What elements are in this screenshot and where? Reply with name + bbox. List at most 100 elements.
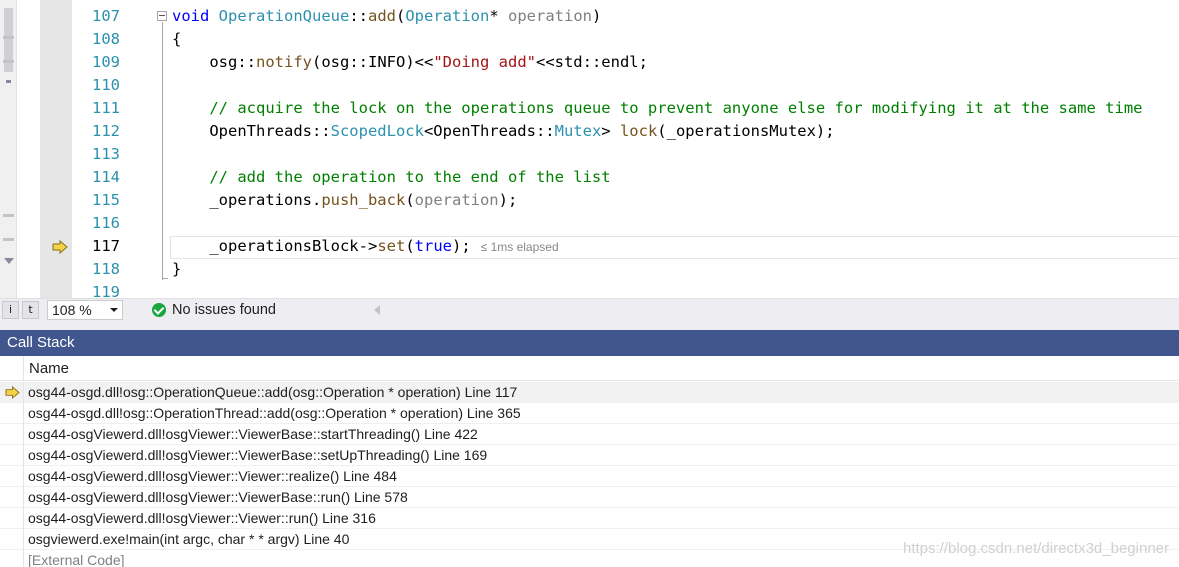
frame-label: osgviewerd.exe!main(int argc, char * * a… — [28, 531, 350, 547]
code-line[interactable]: } — [172, 258, 181, 281]
code-token: Mutex — [554, 122, 602, 140]
code-editor[interactable]: 107 108 109 110 111 112 113 114 115 116 117 118 119 … — [0, 0, 1179, 298]
frame-gutter — [0, 529, 24, 550]
frame-gutter — [0, 508, 24, 529]
zoom-value: 108 % — [52, 302, 92, 318]
code-token: { — [172, 30, 182, 48]
zoom-dropdown[interactable]: 108 % — [47, 300, 123, 320]
collapse-outline-icon[interactable] — [157, 11, 167, 21]
code-token: _operations. — [172, 191, 322, 209]
outline-guide-end — [162, 278, 168, 279]
code-token: set — [377, 237, 406, 255]
scrollbar-marker — [3, 214, 14, 217]
code-token: void — [172, 7, 210, 25]
code-token: (osg::INFO)<< — [312, 53, 434, 71]
call-stack-frame[interactable]: osg44-osgd.dll!osg::OperationThread::add… — [0, 403, 1179, 424]
call-stack-frame[interactable]: osg44-osgViewerd.dll!osgViewer::ViewerBa… — [0, 445, 1179, 466]
panel-splitter[interactable] — [0, 320, 1179, 330]
call-stack-frame[interactable]: osg44-osgViewerd.dll!osgViewer::Viewer::… — [0, 466, 1179, 487]
frame-gutter — [0, 445, 24, 466]
code-token: operation — [414, 191, 499, 209]
perf-tip[interactable]: ≤ 1ms elapsed — [481, 240, 559, 254]
frame-label: osg44-osgd.dll!osg::OperationThread::add… — [28, 405, 521, 421]
frame-gutter — [0, 424, 24, 445]
line-number: 112 — [92, 122, 120, 140]
code-token: * — [489, 7, 509, 25]
scroll-down-arrow-icon[interactable] — [4, 258, 14, 264]
code-token: "Doing add" — [433, 53, 536, 71]
vertical-scrollbar[interactable] — [0, 0, 17, 298]
frame-gutter — [0, 487, 24, 508]
code-line[interactable]: void OperationQueue::add(Operation* oper… — [172, 5, 601, 28]
call-stack-header: Name — [0, 356, 1179, 381]
code-token: ); — [451, 237, 471, 255]
line-number-gutter: 107 108 109 110 111 112 113 114 115 116 117 118 119 — [72, 0, 152, 298]
code-token: <<std::endl; — [535, 53, 648, 71]
call-stack-frame[interactable]: osg44-osgViewerd.dll!osgViewer::ViewerBa… — [0, 487, 1179, 508]
code-line[interactable]: _operations.push_back(operation); — [172, 189, 517, 212]
format-icon[interactable]: i — [2, 301, 19, 319]
issues-label: No issues found — [172, 302, 276, 318]
check-circle-icon — [152, 303, 166, 317]
line-number: 117 — [92, 237, 120, 255]
code-token: notify — [256, 53, 312, 71]
frame-label: [External Code] — [28, 552, 125, 567]
frame-label: osg44-osgd.dll!osg::OperationQueue::add(… — [28, 384, 518, 400]
code-token: operation — [508, 7, 593, 25]
code-token: ( — [405, 237, 415, 255]
code-token: <OpenThreads:: — [423, 122, 555, 140]
current-frame-arrow-icon — [5, 386, 20, 399]
scrollbar-marker — [3, 60, 14, 63]
line-number: 114 — [92, 168, 120, 186]
code-line[interactable]: _operationsBlock->set(true); ≤ 1ms elapse… — [172, 235, 559, 258]
code-token: ScopedLock — [330, 122, 424, 140]
line-number: 111 — [92, 99, 120, 117]
frame-label: osg44-osgViewerd.dll!osgViewer::ViewerBa… — [28, 447, 488, 463]
code-line[interactable]: // acquire the lock on the operations qu… — [172, 97, 1142, 120]
call-stack-frame[interactable]: osg44-osgViewerd.dll!osgViewer::ViewerBa… — [0, 424, 1179, 445]
code-token: add — [368, 7, 396, 25]
code-token: ( — [405, 191, 415, 209]
code-token: true — [414, 237, 452, 255]
text-mode-icon[interactable]: t — [22, 301, 39, 319]
code-line[interactable]: OpenThreads::ScopedLock<OpenThreads::Mut… — [172, 120, 834, 143]
code-token: OperationQueue — [218, 7, 350, 25]
header-gutter — [0, 356, 24, 381]
frame-label: osg44-osgViewerd.dll!osgViewer::ViewerBa… — [28, 489, 408, 505]
line-number: 107 — [92, 7, 120, 25]
scrollbar-marker — [3, 238, 14, 241]
code-token: ) — [592, 7, 602, 25]
code-line[interactable]: osg::notify(osg::INFO)<<"Doing add"<<std… — [172, 51, 648, 74]
column-header-name[interactable]: Name — [29, 356, 69, 381]
frame-gutter — [0, 550, 24, 567]
call-stack-frame[interactable]: osg44-osgViewerd.dll!osgViewer::Viewer::… — [0, 508, 1179, 529]
code-token: } — [172, 260, 182, 278]
scrollbar-marker — [3, 36, 14, 39]
outline-guide — [162, 22, 163, 280]
line-number: 118 — [92, 260, 120, 278]
dropdown-chevron-icon[interactable] — [110, 308, 118, 312]
issues-indicator[interactable]: No issues found — [152, 301, 276, 319]
frame-label: osg44-osgViewerd.dll!osgViewer::ViewerBa… — [28, 426, 478, 442]
scroll-left-arrow-icon[interactable] — [374, 305, 380, 315]
line-number: 116 — [92, 214, 120, 232]
code-line[interactable]: // add the operation to the end of the l… — [172, 166, 610, 189]
frame-gutter — [0, 403, 24, 424]
frame-label: osg44-osgViewerd.dll!osgViewer::Viewer::… — [28, 468, 397, 484]
code-line[interactable]: { — [172, 28, 181, 51]
code-token: OpenThreads:: — [172, 122, 331, 140]
code-token: Operation — [405, 7, 490, 25]
editor-status-bar: i t 108 % No issues found — [0, 298, 1179, 320]
code-token: :: — [349, 7, 368, 25]
call-stack-panel: Name osg44-osgd.dll!osg::OperationQueue:… — [0, 356, 1179, 567]
call-stack-frame[interactable]: osg44-osgd.dll!osg::OperationQueue::add(… — [0, 382, 1179, 403]
code-token: > — [601, 122, 620, 140]
call-stack-title[interactable]: Call Stack — [0, 330, 1179, 356]
execution-arrow-icon — [52, 240, 68, 254]
code-token: ( — [396, 7, 406, 25]
code-text-area[interactable]: void OperationQueue::add(Operation* oper… — [172, 0, 1179, 298]
line-number: 109 — [92, 53, 120, 71]
scrollbar-caret-marker — [6, 80, 11, 83]
line-number: 108 — [92, 30, 120, 48]
